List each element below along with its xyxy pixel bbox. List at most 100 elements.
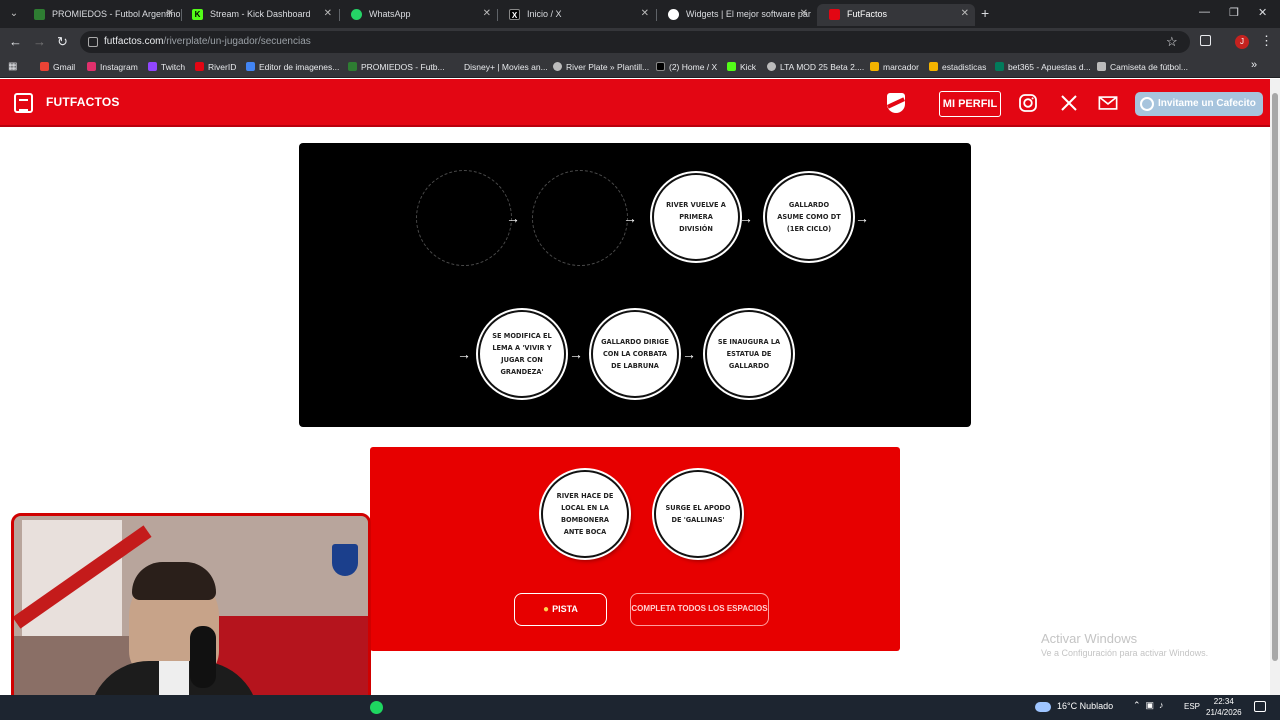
menu-icon[interactable]: ⋮ <box>1260 33 1273 49</box>
browser-tab-bar: ⌄ PROMIEDOS - Futbol Argentino ✕ K Strea… <box>0 0 1280 28</box>
back-icon[interactable]: ← <box>9 34 22 49</box>
new-tab-button[interactable]: + <box>981 5 989 21</box>
browser-toolbar: ← → ↻ futfactos.com/riverplate/un-jugado… <box>0 28 1280 56</box>
kick-icon: K <box>192 9 203 20</box>
bookmark-lta-mod[interactable]: LTA MOD 25 Beta 2.... <box>767 60 864 74</box>
option-card[interactable]: RIVER HACE DE LOCAL EN LA BOMBONERA ANTE… <box>541 470 629 558</box>
promiedos-icon <box>348 62 357 71</box>
bookmark-bet365[interactable]: bet365 - Apuestas d... <box>995 60 1091 74</box>
lightbulb-icon: ● <box>543 604 550 615</box>
options-tray: RIVER HACE DE LOCAL EN LA BOMBONERA ANTE… <box>370 447 900 651</box>
futfactos-icon <box>829 9 840 20</box>
close-icon[interactable]: ✕ <box>483 4 491 24</box>
bookmark-image-editor[interactable]: Editor de imagenes... <box>246 60 339 74</box>
hint-button[interactable]: ● PISTA <box>514 593 607 626</box>
x-icon[interactable] <box>1059 93 1079 113</box>
site-info-icon[interactable] <box>88 37 98 47</box>
brand-name[interactable]: FUTFACTOS <box>46 95 120 109</box>
restore-icon[interactable]: ❐ <box>1229 6 1239 19</box>
url-path: /riverplate/un-jugador/secuencias <box>163 36 311 47</box>
sequence-card[interactable]: GALLARDO ASUME COMO DT (1ER CICLO) <box>765 173 853 261</box>
gmail-icon <box>40 62 49 71</box>
close-icon[interactable]: ✕ <box>324 4 332 24</box>
streamer-webcam <box>11 513 371 712</box>
bookmark-kick[interactable]: Kick <box>727 60 756 74</box>
bookmark-star-icon[interactable]: ☆ <box>1166 34 1178 50</box>
microphone-image <box>190 626 216 688</box>
globe-icon <box>767 62 776 71</box>
futfactos-logo-icon[interactable] <box>14 93 33 113</box>
tab-kick-dashboard[interactable]: K Stream - Kick Dashboard ✕ <box>180 4 338 26</box>
whatsapp-icon <box>351 9 362 20</box>
promiedos-icon <box>34 9 45 20</box>
river-crest-icon[interactable] <box>887 93 905 113</box>
shirt-icon <box>1097 62 1106 71</box>
bet365-icon <box>995 62 1004 71</box>
scrollbar-thumb[interactable] <box>1272 93 1278 661</box>
apps-grid-icon[interactable]: ▦ <box>8 61 17 72</box>
windows-taskbar: 16°C Nublado ⌃▣♪ ESP 22:34 21/4/2026 <box>0 695 1280 720</box>
address-bar[interactable]: futfactos.com/riverplate/un-jugador/secu… <box>80 31 1190 53</box>
tab-widgets[interactable]: Widgets | El mejor software par ✕ <box>656 4 814 26</box>
tab-whatsapp[interactable]: WhatsApp ✕ <box>339 4 497 26</box>
language-indicator[interactable]: ESP <box>1184 702 1200 711</box>
bookmark-x-home[interactable]: (2) Home / X <box>656 60 717 74</box>
tab-futfactos[interactable]: FutFactos ✕ <box>817 4 975 26</box>
bookmark-riverid[interactable]: RiverID <box>195 60 236 74</box>
instagram-icon[interactable] <box>1018 93 1038 113</box>
sequence-card[interactable]: RIVER VUELVE A PRIMERA DIVISIÓN <box>652 173 740 261</box>
river-flag-image <box>22 520 122 636</box>
empty-slot-2[interactable] <box>532 170 628 266</box>
bookmark-icon <box>870 62 879 71</box>
bookmark-river-plantilla[interactable]: River Plate » Plantill... <box>553 60 649 74</box>
extensions-icon[interactable] <box>1200 35 1211 46</box>
arrow-icon: → <box>855 210 869 226</box>
more-bookmarks-icon[interactable]: » <box>1251 59 1257 71</box>
bookmark-marcador[interactable]: marcador <box>870 60 919 74</box>
spotify-icon[interactable] <box>370 701 383 714</box>
clock[interactable]: 22:34 21/4/2026 <box>1206 696 1242 718</box>
forward-icon[interactable]: → <box>33 34 46 49</box>
x-icon: X <box>509 9 520 20</box>
bookmark-camiseta[interactable]: Camiseta de fútbol... <box>1097 60 1188 74</box>
option-card[interactable]: SURGE EL APODO DE 'GALLINAS' <box>654 470 742 558</box>
bookmark-disney[interactable]: Disney+ | Movies an... <box>451 60 548 74</box>
tab-promiedos[interactable]: PROMIEDOS - Futbol Argentino ✕ <box>22 4 180 26</box>
sequence-card[interactable]: GALLARDO DIRIGE CON LA CORBATA DE LABRUN… <box>591 310 679 398</box>
window-close-icon[interactable]: ✕ <box>1258 6 1267 19</box>
tab-x-home[interactable]: X Inicio / X ✕ <box>497 4 655 26</box>
sequence-card[interactable]: SE MODIFICA EL LEMA A 'VIVIR Y JUGAR CON… <box>478 310 566 398</box>
empty-slot-1[interactable] <box>416 170 512 266</box>
close-icon[interactable]: ✕ <box>800 4 808 24</box>
close-icon[interactable]: ✕ <box>641 4 649 24</box>
sequence-card[interactable]: SE INAUGURA LA ESTATUA DE GALLARDO <box>705 310 793 398</box>
reload-icon[interactable]: ↻ <box>57 34 68 50</box>
bookmarks-bar: ▦ Gmail Instagram Twitch RiverID Editor … <box>0 56 1280 78</box>
tab-search-icon[interactable]: ⌄ <box>6 6 22 22</box>
widgets-icon <box>668 9 679 20</box>
profile-avatar[interactable]: J <box>1235 35 1249 49</box>
my-profile-button[interactable]: MI PERFIL <box>939 91 1001 117</box>
complete-all-button[interactable]: COMPLETA TODOS LOS ESPACIOS <box>630 593 769 626</box>
instagram-icon <box>87 62 96 71</box>
mail-icon[interactable] <box>1098 93 1120 113</box>
bookmark-icon <box>929 62 938 71</box>
river-icon <box>195 62 204 71</box>
weather-widget[interactable]: 16°C Nublado <box>1035 701 1113 712</box>
bookmark-instagram[interactable]: Instagram <box>87 60 138 74</box>
system-tray-icons[interactable]: ⌃▣♪ <box>1133 700 1169 711</box>
close-icon[interactable]: ✕ <box>166 4 174 24</box>
cafecito-button[interactable]: Invitame un Cafecito <box>1135 92 1263 116</box>
bookmark-promiedos[interactable]: PROMIEDOS - Futb... <box>348 60 445 74</box>
bookmark-twitch[interactable]: Twitch <box>148 60 185 74</box>
bookmark-gmail[interactable]: Gmail <box>40 60 75 74</box>
minimize-icon[interactable]: — <box>1199 6 1210 18</box>
page-scrollbar[interactable] <box>1270 79 1280 695</box>
arrow-icon: → <box>506 210 520 226</box>
notifications-icon[interactable] <box>1254 701 1266 712</box>
clock-date: 21/4/2026 <box>1206 708 1242 717</box>
twitch-icon <box>148 62 157 71</box>
clock-time: 22:34 <box>1213 697 1234 706</box>
bookmark-estadisticas[interactable]: estadisticas <box>929 60 986 74</box>
close-icon[interactable]: ✕ <box>961 4 969 24</box>
